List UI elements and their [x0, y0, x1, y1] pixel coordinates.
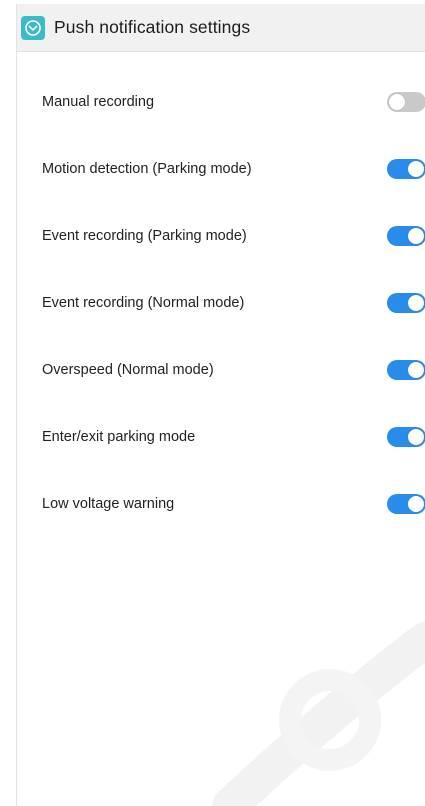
app-header: Push notification settings	[17, 4, 425, 52]
toggle-knob	[408, 227, 424, 244]
setting-label: Motion detection (Parking mode)	[42, 160, 252, 177]
settings-screen: Push notification settings Manual record…	[16, 4, 425, 806]
setting-label: Overspeed (Normal mode)	[42, 361, 214, 378]
setting-label: Event recording (Parking mode)	[42, 227, 247, 244]
setting-row-overspeed: Overspeed (Normal mode)	[17, 336, 425, 403]
toggle-knob	[408, 495, 424, 512]
toggle-knob	[389, 93, 405, 110]
event-recording-parking-toggle[interactable]	[387, 225, 425, 246]
settings-list: Manual recording Motion detection (Parki…	[17, 52, 425, 537]
manual-recording-toggle[interactable]	[387, 91, 425, 112]
setting-label: Enter/exit parking mode	[42, 428, 196, 445]
setting-row-manual-recording: Manual recording	[17, 68, 425, 135]
toggle-knob	[408, 361, 424, 378]
overspeed-toggle[interactable]	[387, 359, 425, 380]
setting-row-low-voltage: Low voltage warning	[17, 470, 425, 537]
setting-label: Low voltage warning	[42, 495, 175, 512]
setting-row-parking-mode: Enter/exit parking mode	[17, 403, 425, 470]
toggle-knob	[408, 160, 424, 177]
setting-row-event-recording-parking: Event recording (Parking mode)	[17, 202, 425, 269]
setting-label: Manual recording	[42, 93, 155, 110]
app-logo-icon	[21, 15, 45, 40]
setting-row-event-recording-normal: Event recording (Normal mode)	[17, 269, 425, 336]
toggle-knob	[408, 428, 424, 445]
event-recording-normal-toggle[interactable]	[387, 292, 425, 313]
motion-detection-toggle[interactable]	[387, 158, 425, 179]
parking-mode-toggle[interactable]	[387, 426, 425, 447]
setting-label: Event recording (Normal mode)	[42, 294, 245, 311]
toggle-knob	[408, 294, 424, 311]
setting-row-motion-detection: Motion detection (Parking mode)	[17, 135, 425, 202]
page-title: Push notification settings	[54, 17, 251, 37]
low-voltage-toggle[interactable]	[387, 493, 425, 514]
